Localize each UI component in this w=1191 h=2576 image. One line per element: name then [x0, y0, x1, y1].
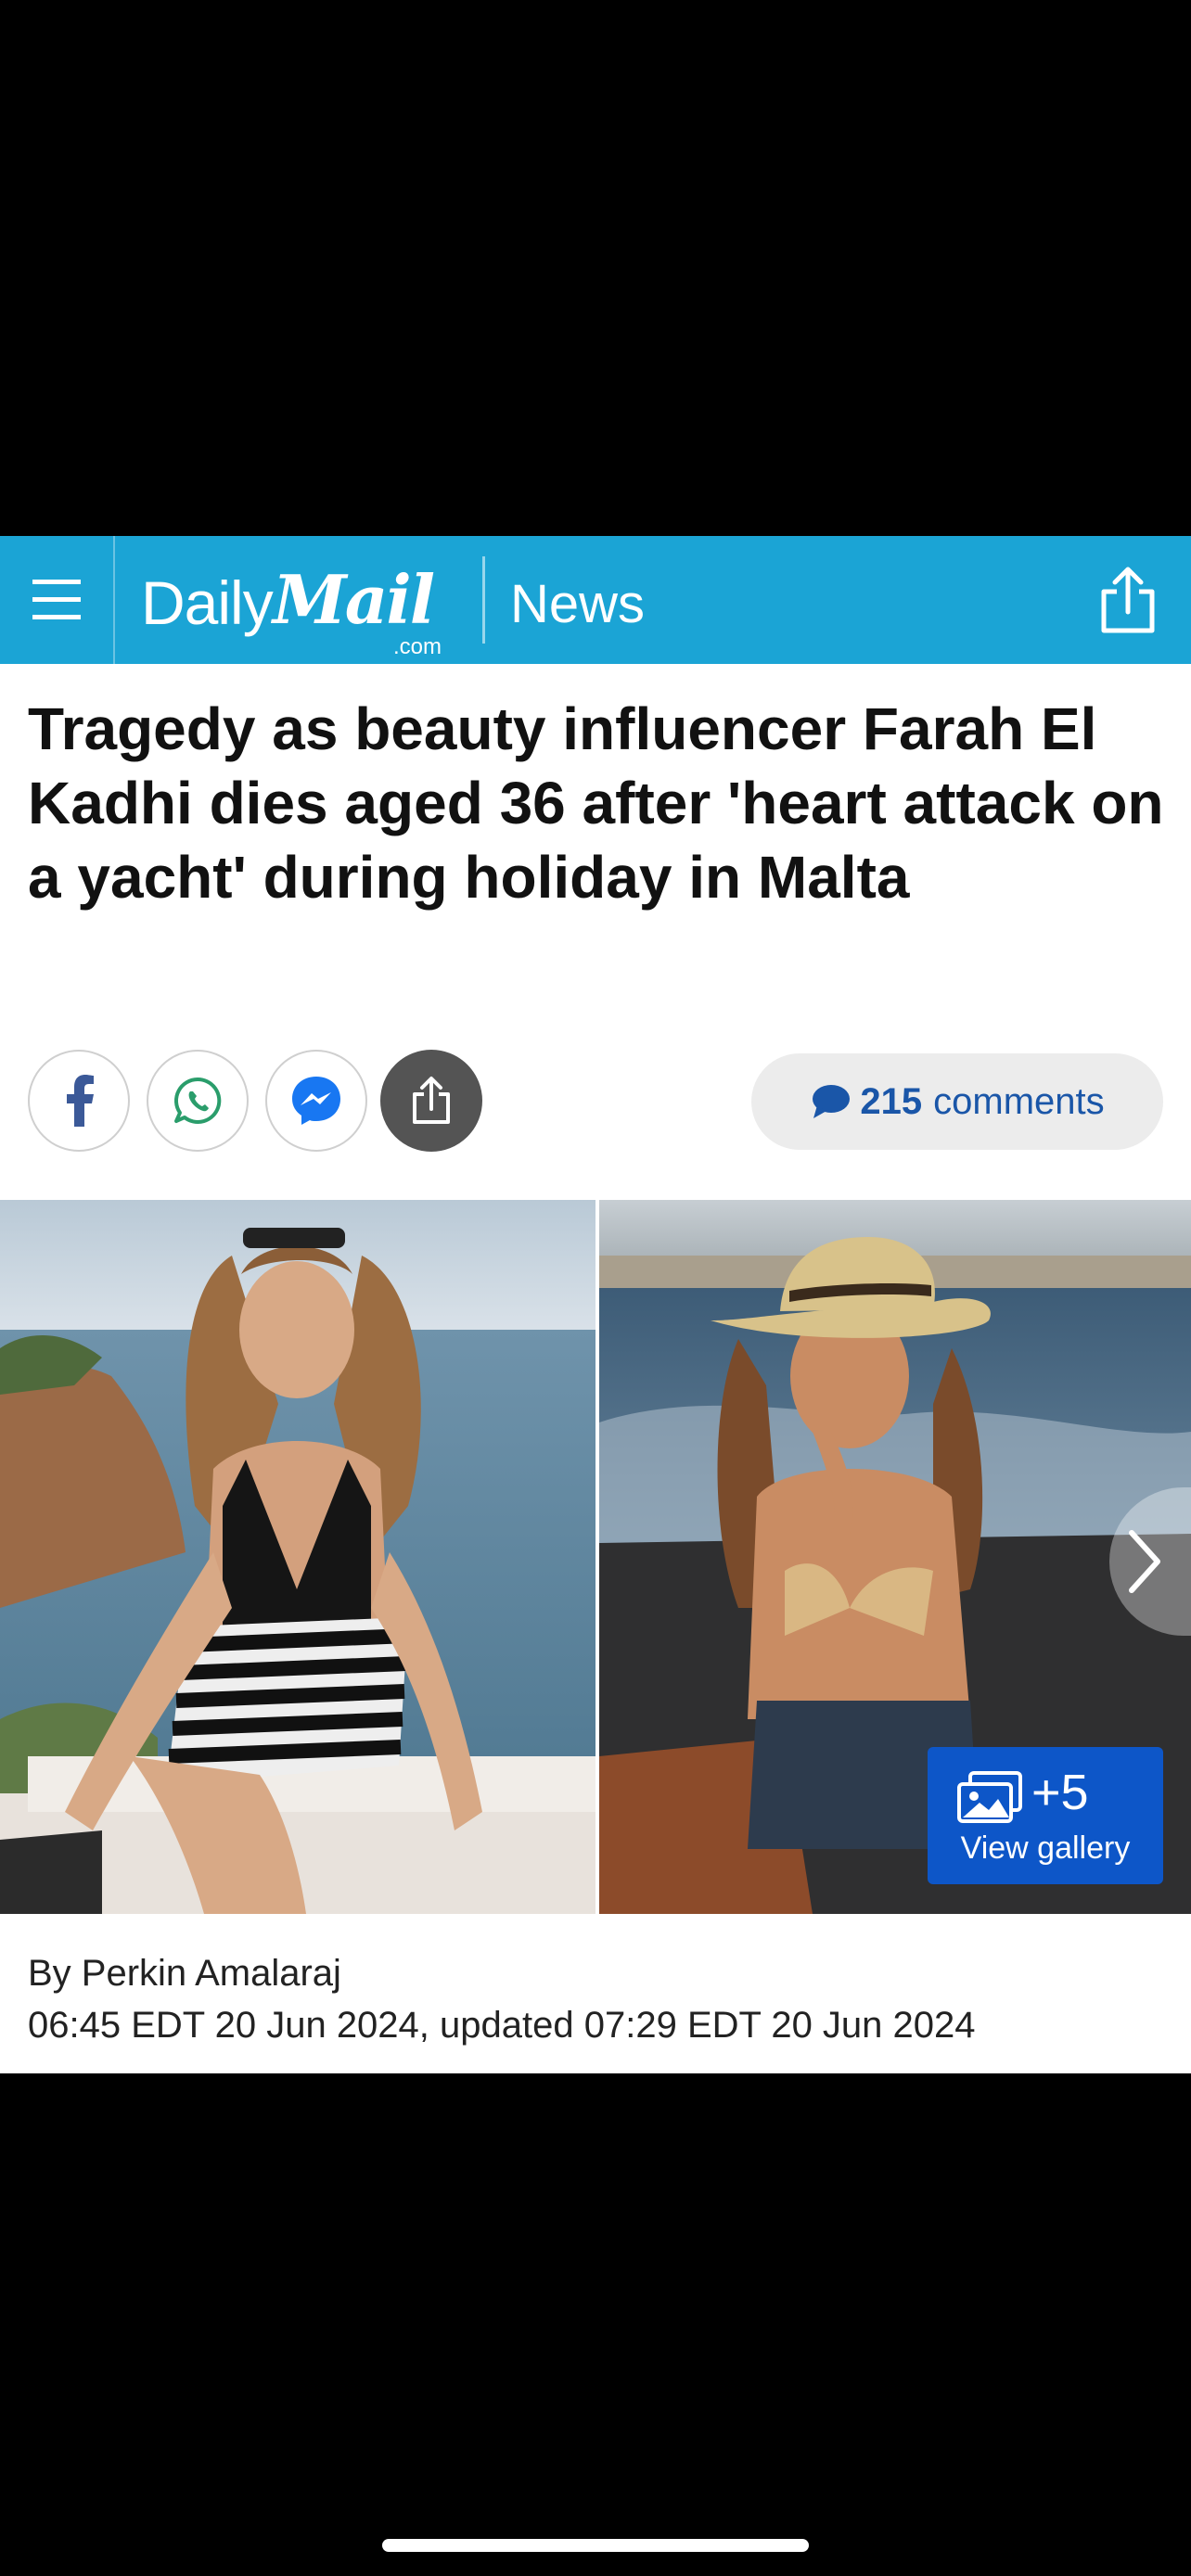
- facebook-share-button[interactable]: [28, 1050, 130, 1152]
- view-gallery-label: View gallery: [960, 1830, 1131, 1866]
- whatsapp-share-button[interactable]: [147, 1050, 249, 1152]
- facebook-icon: [67, 1075, 94, 1127]
- author-name[interactable]: By Perkin Amalaraj: [28, 1947, 976, 1999]
- photo-woman-on-terrace: [0, 1200, 596, 1914]
- chevron-right-icon: [1129, 1530, 1160, 1593]
- article-panel: Tragedy as beauty influencer Farah El Ka…: [0, 664, 1191, 2073]
- top-navigation-bar: Daily Mail .com News: [0, 536, 1191, 664]
- share-icon[interactable]: [1095, 566, 1161, 636]
- logo-daily-text: Daily: [141, 568, 274, 637]
- comment-bubble-icon: [813, 1085, 851, 1118]
- logo-com-text: .com: [393, 634, 442, 659]
- header-divider: [482, 556, 485, 644]
- hamburger-menu-icon: [32, 580, 81, 619]
- gallery-images-icon: [957, 1771, 1022, 1823]
- article-headline: Tragedy as beauty influencer Farah El Ka…: [28, 695, 1164, 911]
- publish-timestamp: 06:45 EDT 20 Jun 2024, updated 07:29 EDT…: [28, 2005, 976, 2046]
- messenger-icon: [292, 1077, 340, 1125]
- app-screen: Daily Mail .com News Tragedy as beauty i…: [0, 0, 1191, 2576]
- section-title[interactable]: News: [510, 573, 645, 635]
- comments-label: comments: [933, 1080, 1105, 1122]
- menu-button[interactable]: [0, 536, 115, 664]
- photo-gallery[interactable]: +5 View gallery: [0, 1200, 1191, 1914]
- whatsapp-icon: [174, 1077, 222, 1124]
- share-icon: [413, 1077, 450, 1124]
- comments-count: 215: [860, 1080, 923, 1122]
- view-gallery-button[interactable]: +5 View gallery: [928, 1747, 1163, 1884]
- daily-mail-logo[interactable]: Daily Mail .com: [141, 556, 456, 659]
- logo-mail-text: Mail: [273, 560, 435, 639]
- messenger-share-button[interactable]: [265, 1050, 367, 1152]
- home-indicator[interactable]: [382, 2539, 809, 2552]
- article-byline: By Perkin Amalaraj 06:45 EDT 20 Jun 2024…: [28, 1947, 976, 2051]
- gallery-extra-count: +5: [1031, 1765, 1089, 1820]
- more-share-button[interactable]: [380, 1050, 482, 1152]
- gallery-photo-1[interactable]: [0, 1200, 596, 1914]
- comments-button[interactable]: 215 comments: [751, 1053, 1163, 1150]
